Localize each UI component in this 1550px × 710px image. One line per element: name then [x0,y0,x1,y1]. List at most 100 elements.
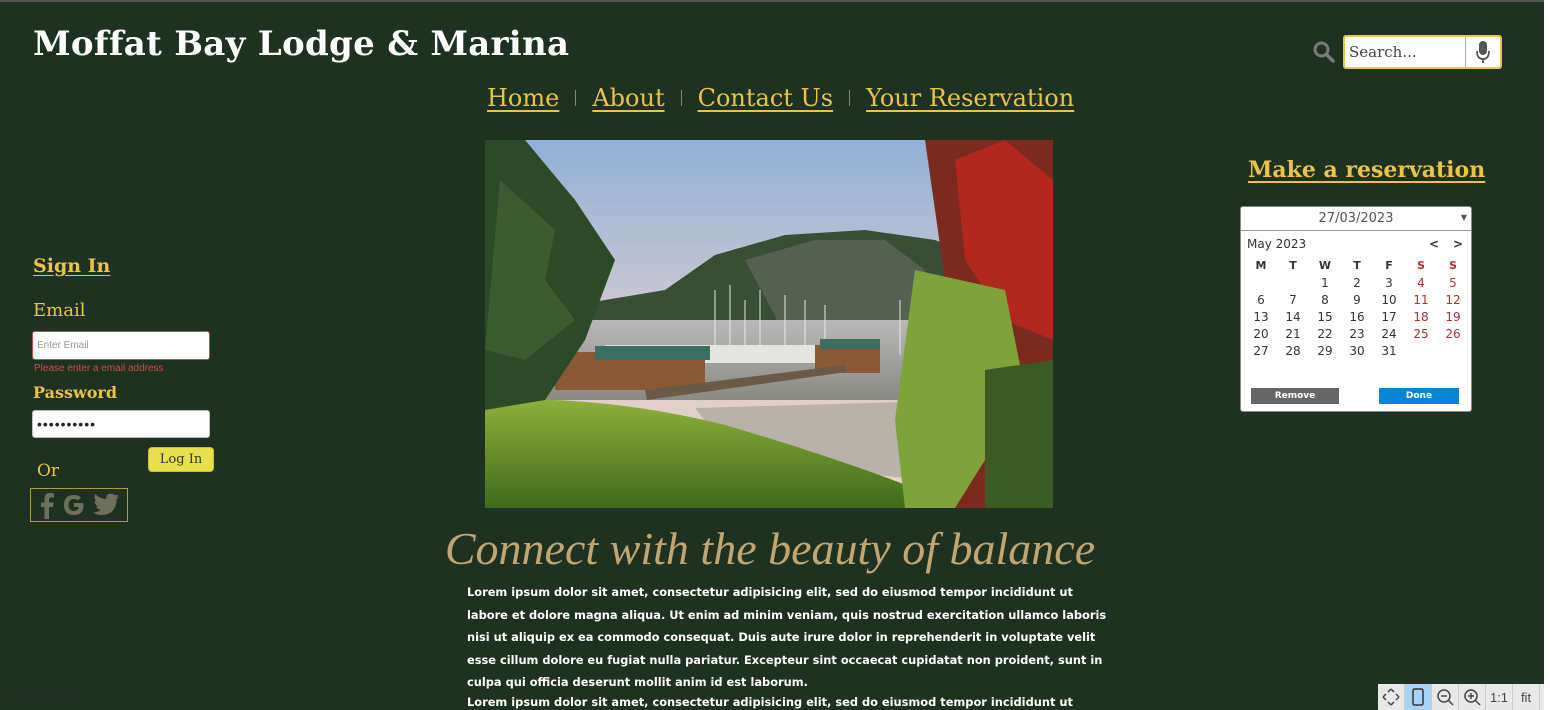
remove-button[interactable]: Remove [1251,388,1339,404]
hero-tagline: Connect with the beauty of balance [444,523,1096,574]
calendar-day[interactable]: 5 [1437,276,1469,293]
weekday-label: T [1353,259,1361,272]
google-icon[interactable] [61,492,87,518]
nav-divider [849,90,851,106]
calendar-day[interactable]: 16 [1341,310,1373,327]
twitter-icon[interactable] [92,493,120,517]
nav-divider [575,90,577,106]
weekday-label: F [1385,259,1393,272]
weekday-label: T [1289,259,1297,272]
week-row: 27 28 29 30 31 [1245,344,1469,361]
calendar-day[interactable]: 27 [1245,344,1277,361]
weekday-label: M [1255,259,1267,272]
nav-your-reservation[interactable]: Your Reservation [866,84,1074,112]
weekday-label: S [1449,259,1457,272]
calendar-day[interactable]: 26 [1437,327,1469,344]
site-title: Moffat Bay Lodge & Marina [33,24,570,64]
social-login-box [30,488,128,522]
zoom-actual-size-button[interactable]: 1:1 [1486,684,1513,710]
viewer-toolbar: 1:1 fit [1378,684,1544,710]
zoom-in-button[interactable] [1459,684,1486,710]
calendar-day[interactable]: 15 [1309,310,1341,327]
search-box [1343,35,1502,69]
search-icon[interactable] [1312,40,1336,64]
calendar-day[interactable]: 23 [1341,327,1373,344]
calendar-day[interactable]: 31 [1373,344,1405,361]
device-view-button[interactable] [1405,684,1432,710]
calendar-day[interactable] [1437,344,1469,361]
weekday-label: W [1318,259,1332,272]
fit-screen-button[interactable] [1378,684,1405,710]
search-input[interactable] [1345,38,1465,66]
weekday-label: S [1417,259,1425,272]
nav-divider [680,90,682,106]
calendar-day[interactable]: 10 [1373,293,1405,310]
calendar-day[interactable]: 3 [1373,276,1405,293]
calendar-day[interactable]: 8 [1309,293,1341,310]
calendar-day[interactable]: 12 [1437,293,1469,310]
right-border [1544,0,1550,710]
calendar-month-label: May 2023 [1247,237,1307,251]
nav-about[interactable]: About [592,84,664,112]
calendar-grid: M T W T F S S 1 2 3 4 5 6 7 8 9 10 11 12… [1245,259,1469,361]
calendar-day[interactable]: 20 [1245,327,1277,344]
date-picker-field[interactable]: 27/03/2023 ▼ [1241,207,1471,231]
password-label: Password [33,383,118,402]
nav-home[interactable]: Home [487,84,559,112]
facebook-icon[interactable] [38,491,56,519]
main-nav: Home About Contact Us Your Reservation [487,84,1074,112]
calendar-day[interactable]: 24 [1373,327,1405,344]
login-button[interactable]: Log In [148,447,214,472]
body-paragraph: Lorem ipsum dolor sit amet, consectetur … [467,695,1073,709]
calendar-day[interactable]: 19 [1437,310,1469,327]
weekday-row: M T W T F S S [1245,259,1469,276]
selected-date: 27/03/2023 [1318,211,1394,226]
week-row: 20 21 22 23 24 25 26 [1245,327,1469,344]
calendar-day[interactable]: 18 [1405,310,1437,327]
week-row: 1 2 3 4 5 [1245,276,1469,293]
element-count: 67/200 Elements [8,689,76,699]
email-error-text: Please enter a email address [34,363,164,374]
calendar-day[interactable]: 13 [1245,310,1277,327]
next-month-button[interactable]: > [1453,237,1463,251]
calendar-day[interactable] [1405,344,1437,361]
week-row: 13 14 15 16 17 18 19 [1245,310,1469,327]
done-button[interactable]: Done [1379,388,1459,404]
zoom-out-button[interactable] [1432,684,1459,710]
microphone-icon [1475,41,1490,63]
password-field[interactable] [32,410,210,438]
dropdown-arrow-icon[interactable]: ▼ [1461,213,1467,222]
calendar-day[interactable]: 9 [1341,293,1373,310]
body-paragraph: Lorem ipsum dolor sit amet, consectetur … [467,585,1107,689]
mic-button[interactable] [1465,37,1499,67]
sign-in-heading: Sign In [33,255,111,277]
calendar-day[interactable]: 25 [1405,327,1437,344]
calendar-day[interactable]: 17 [1373,310,1405,327]
calendar-day[interactable]: 11 [1405,293,1437,310]
calendar-day[interactable]: 14 [1277,310,1309,327]
move-arrows-icon [1382,688,1400,706]
calendar-day[interactable]: 29 [1309,344,1341,361]
make-reservation-heading[interactable]: Make a reservation [1248,157,1485,183]
zoom-out-icon [1437,689,1454,706]
reservation-calendar: 27/03/2023 ▼ May 2023 < > M T W T F S S … [1240,206,1472,412]
calendar-day[interactable] [1277,276,1309,293]
calendar-day[interactable]: 22 [1309,327,1341,344]
calendar-day[interactable]: 30 [1341,344,1373,361]
calendar-day[interactable]: 21 [1277,327,1309,344]
hero-image [485,140,1053,508]
zoom-fit-button[interactable]: fit [1513,684,1540,710]
calendar-day[interactable]: 4 [1405,276,1437,293]
calendar-day[interactable]: 28 [1277,344,1309,361]
nav-contact-us[interactable]: Contact Us [698,84,833,112]
calendar-day[interactable]: 6 [1245,293,1277,310]
calendar-day[interactable]: 1 [1309,276,1341,293]
calendar-day[interactable] [1245,276,1277,293]
calendar-day[interactable]: 7 [1277,293,1309,310]
phone-icon [1412,688,1424,706]
zoom-in-icon [1464,689,1481,706]
top-border [0,0,1550,2]
email-field[interactable] [32,331,210,360]
prev-month-button[interactable]: < [1429,237,1439,251]
calendar-day[interactable]: 2 [1341,276,1373,293]
